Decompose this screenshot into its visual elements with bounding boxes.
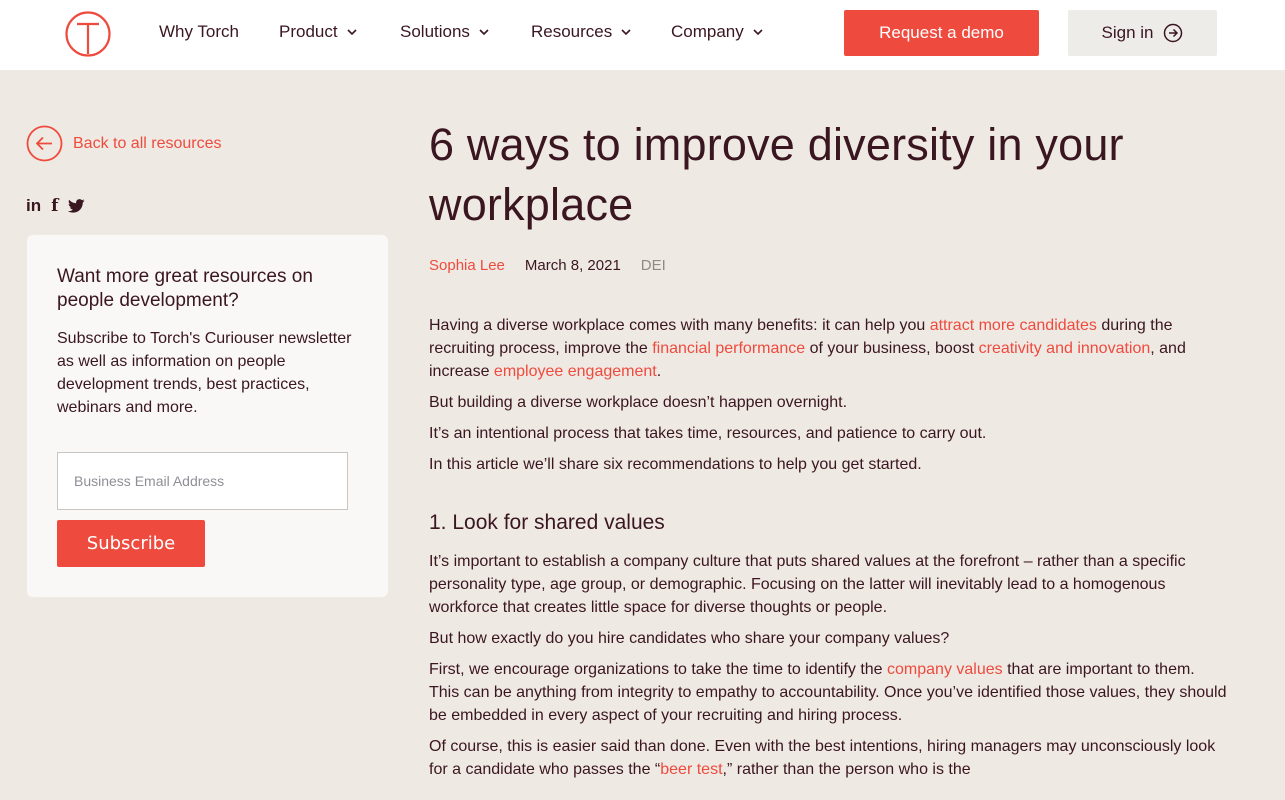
paragraph: It’s an intentional process that takes t… xyxy=(429,425,987,442)
social-share: in f xyxy=(26,196,86,216)
paragraph: But building a diverse workplace doesn’t… xyxy=(429,394,848,411)
article-title: 6 ways to improve diversity in your work… xyxy=(429,119,1124,230)
attract-candidates-link[interactable]: attract more candidates xyxy=(930,317,1097,334)
newsletter-card: Want more great resources on people deve… xyxy=(27,235,388,597)
text-span: . xyxy=(656,363,662,380)
paragraph: In this article we’ll share six recommen… xyxy=(429,456,922,473)
paragraph: First, we encourage organizations to tak… xyxy=(429,658,1229,727)
newsletter-heading: Want more great resources on people deve… xyxy=(57,266,313,311)
article-body: Having a diverse workplace comes with ma… xyxy=(429,314,1229,781)
text-span: Having a diverse workplace comes with ma… xyxy=(429,317,930,334)
paragraph: But how exactly do you hire candidates w… xyxy=(429,630,950,647)
text-span: First, we encourage organizations to tak… xyxy=(429,661,888,678)
company-values-link[interactable]: company values xyxy=(887,661,1003,678)
nav-company-label: Company xyxy=(671,22,744,41)
torch-logo-icon[interactable] xyxy=(64,10,112,58)
sign-in-label: Sign in xyxy=(1101,23,1154,42)
request-demo-label: Request a demo xyxy=(879,23,1004,42)
category-tag[interactable]: DEI xyxy=(641,257,666,274)
author-link[interactable]: Sophia Lee xyxy=(429,257,505,274)
nav-company[interactable]: Company xyxy=(671,22,764,42)
nav-solutions[interactable]: Solutions xyxy=(400,22,490,42)
intro-paragraph: Having a diverse workplace comes with ma… xyxy=(429,314,1229,383)
facebook-icon[interactable]: f xyxy=(51,196,58,216)
chevron-down-icon xyxy=(753,29,763,36)
top-navigation: Why Torch Product Solutions Resources Co… xyxy=(0,0,1285,70)
linkedin-icon[interactable]: in xyxy=(26,196,41,216)
chevron-down-icon xyxy=(347,29,357,36)
request-demo-button[interactable]: Request a demo xyxy=(844,10,1039,56)
newsletter-text: Subscribe to Torch's Curiouser newslette… xyxy=(57,330,352,416)
back-link-label: Back to all resources xyxy=(73,134,222,152)
paragraph: It’s important to establish a company cu… xyxy=(429,553,1186,616)
nav-resources-label: Resources xyxy=(531,22,613,41)
chevron-down-icon xyxy=(479,29,489,36)
arrow-circle-left-icon xyxy=(26,125,63,162)
nav-product-label: Product xyxy=(279,22,338,41)
section-heading: 1. Look for shared values xyxy=(429,511,665,534)
nav-product[interactable]: Product xyxy=(279,22,358,42)
paragraph: Of course, this is easier said than done… xyxy=(429,735,1229,781)
nav-resources[interactable]: Resources xyxy=(531,22,632,42)
subscribe-button[interactable]: Subscribe xyxy=(57,520,205,567)
nav-why-torch[interactable]: Why Torch xyxy=(159,22,239,42)
arrow-circle-right-icon xyxy=(1164,23,1183,43)
text-span: of your business, boost xyxy=(805,340,979,357)
twitter-icon[interactable] xyxy=(68,199,86,213)
nav-why-torch-label: Why Torch xyxy=(159,22,239,41)
sign-in-button[interactable]: Sign in xyxy=(1068,10,1217,56)
article: 6 ways to improve diversity in your work… xyxy=(429,115,1259,789)
text-span: ,” rather than the person who is the xyxy=(722,761,971,778)
back-to-resources-link[interactable]: Back to all resources xyxy=(26,125,222,162)
publish-date: March 8, 2021 xyxy=(524,257,621,274)
beer-test-link[interactable]: beer test xyxy=(660,761,722,778)
nav-solutions-label: Solutions xyxy=(400,22,470,41)
creativity-innovation-link[interactable]: creativity and innovation xyxy=(979,340,1151,357)
article-meta: Sophia Lee March 8, 2021 DEI xyxy=(429,257,1259,274)
chevron-down-icon xyxy=(621,29,631,36)
employee-engagement-link[interactable]: employee engagement xyxy=(494,363,657,380)
financial-performance-link[interactable]: financial performance xyxy=(652,340,805,357)
email-field[interactable] xyxy=(57,452,348,510)
